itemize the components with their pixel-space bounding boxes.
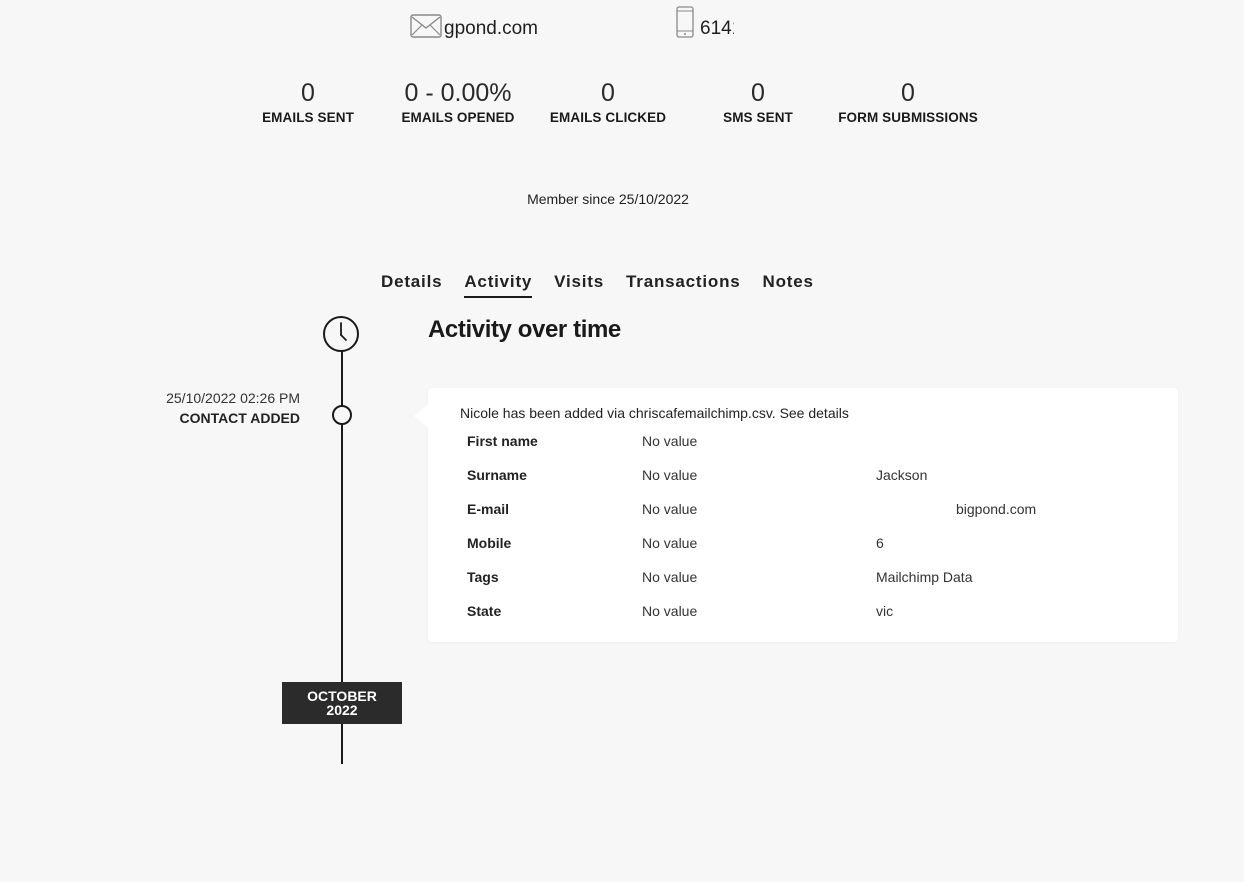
card-pointer bbox=[414, 404, 428, 428]
stat-value: 0 bbox=[601, 79, 615, 107]
stat-emails-clicked: 0 EMAILS CLICKED bbox=[533, 78, 683, 125]
member-since: Member since 25/10/2022 bbox=[527, 191, 689, 207]
stats-bar: 0 EMAILS SENT 0 - 0.00% EMAILS OPENED 0 … bbox=[233, 78, 983, 125]
field-name: State bbox=[467, 603, 502, 619]
stat-value: 0 - 0.00% bbox=[404, 79, 512, 107]
month-marker-year: 2022 bbox=[326, 702, 358, 718]
clock-icon bbox=[322, 315, 360, 358]
tab-details[interactable]: Details bbox=[381, 272, 442, 298]
stat-sms-sent: 0 SMS SENT bbox=[683, 78, 833, 125]
stat-value: 0 bbox=[901, 79, 915, 107]
stat-value: 0 bbox=[751, 79, 765, 107]
field-name: Mobile bbox=[467, 535, 512, 551]
contact-email[interactable]: gpond.com bbox=[444, 18, 658, 40]
activity-title: Activity over time bbox=[428, 316, 621, 343]
envelope-icon bbox=[410, 14, 442, 43]
event-type: CONTACT ADDED bbox=[179, 410, 300, 426]
mobile-phone-icon bbox=[676, 6, 694, 43]
field-old-value: No value bbox=[642, 535, 698, 551]
field-old-value: No value bbox=[642, 569, 698, 585]
field-old-value: No value bbox=[642, 501, 698, 517]
field-old-value: No value bbox=[642, 603, 698, 619]
field-name: E-mail bbox=[467, 501, 510, 517]
stat-label: FORM SUBMISSIONS bbox=[838, 110, 978, 125]
field-name: First name bbox=[467, 433, 538, 449]
field-new-value: Jackson bbox=[876, 467, 928, 483]
activity-message: Nicole has been added via chriscafemailc… bbox=[460, 405, 849, 421]
month-marker: OCTOBER 2022 bbox=[282, 682, 402, 724]
field-name: Surname bbox=[467, 467, 527, 483]
field-old-value: No value bbox=[642, 467, 698, 483]
tab-activity[interactable]: Activity bbox=[464, 272, 533, 298]
field-name: Tags bbox=[467, 569, 499, 585]
timeline-event-node bbox=[332, 405, 352, 425]
stat-label: EMAILS OPENED bbox=[401, 110, 515, 125]
contact-phone[interactable]: 6141 bbox=[700, 18, 734, 40]
stat-label: EMAILS CLICKED bbox=[549, 110, 667, 125]
contact-info: gpond.com 6141 bbox=[408, 6, 748, 46]
stat-value: 0 bbox=[301, 79, 315, 107]
activity-card: Nicole has been added via chriscafemailc… bbox=[414, 388, 1178, 642]
stat-label: EMAILS SENT bbox=[262, 110, 354, 125]
stat-form-submissions: 0 FORM SUBMISSIONS bbox=[833, 78, 983, 125]
field-new-value: vic bbox=[876, 603, 894, 619]
profile-tabs: Details Activity Visits Transactions Not… bbox=[370, 272, 825, 298]
field-new-value: 6 bbox=[876, 535, 884, 551]
field-new-value: Mailchimp Data bbox=[876, 569, 973, 585]
activity-message-text: Nicole has been added via chriscafemailc… bbox=[460, 405, 776, 421]
stat-label: SMS SENT bbox=[723, 110, 793, 125]
event-date: 25/10/2022 02:26 PM bbox=[166, 390, 300, 406]
tab-visits[interactable]: Visits bbox=[554, 272, 604, 298]
see-details-link[interactable]: See details bbox=[780, 405, 849, 421]
month-marker-month: OCTOBER bbox=[307, 688, 377, 704]
tab-transactions[interactable]: Transactions bbox=[626, 272, 740, 298]
stat-emails-sent: 0 EMAILS SENT bbox=[233, 78, 383, 125]
tab-notes[interactable]: Notes bbox=[763, 272, 814, 298]
stat-emails-opened: 0 - 0.00% EMAILS OPENED bbox=[383, 78, 533, 125]
field-new-value: bigpond.com bbox=[956, 501, 1037, 517]
field-old-value: No value bbox=[642, 433, 698, 449]
